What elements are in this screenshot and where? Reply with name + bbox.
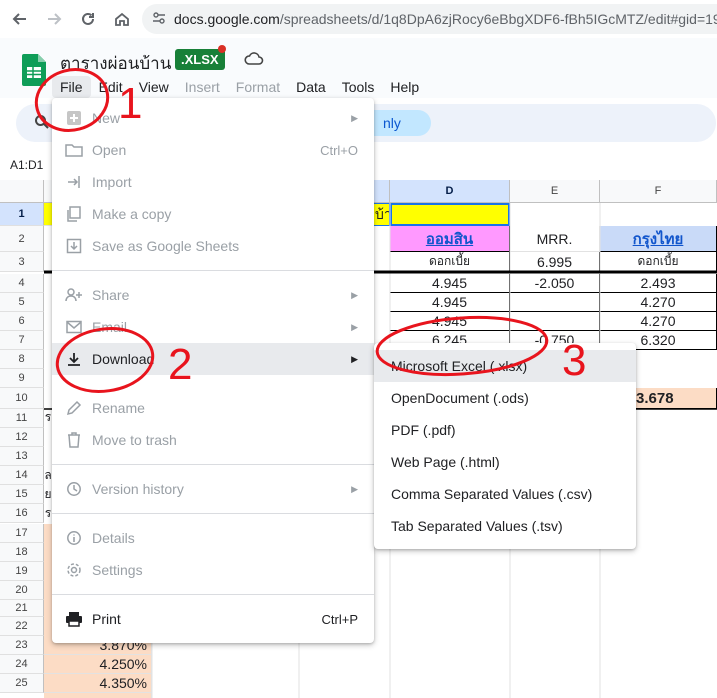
annotation-step-3: 3	[562, 336, 587, 385]
import-icon	[65, 173, 83, 191]
download-tsv[interactable]: Tab Separated Values (.tsv)	[374, 510, 636, 542]
site-info-icon[interactable]	[152, 11, 166, 28]
submenu-arrow-icon: ▶	[351, 289, 358, 300]
menu-item-label: Settings	[92, 562, 143, 578]
address-bar[interactable]: docs.google.com/spreadsheets/d/1q8DpA6zj…	[142, 4, 717, 34]
reload-icon[interactable]	[74, 5, 102, 33]
url-path: /spreadsheets/d/1q8DpA6zjRocy6eBbgXDF6-f…	[279, 11, 717, 27]
menu-item-label: New	[92, 110, 121, 126]
print-icon	[65, 610, 83, 628]
history-icon	[65, 480, 83, 498]
menu-item-new[interactable]: New ▶	[52, 102, 374, 134]
menu-item-details[interactable]: Details	[52, 522, 374, 554]
menu-item-settings[interactable]: Settings	[52, 554, 374, 586]
menu-help[interactable]: Help	[382, 76, 427, 98]
search-menus-icon[interactable]	[34, 114, 50, 135]
name-box[interactable]: A1:D1	[10, 158, 43, 172]
menu-item-label: Open	[92, 142, 127, 158]
sheets-header: ตารางผ่อนบ้าน .XLSX File Edit View Inser…	[0, 38, 717, 98]
settings-icon	[65, 561, 83, 579]
trash-icon	[65, 431, 83, 449]
rename-icon	[65, 399, 83, 417]
menu-item-label: Print	[92, 611, 121, 627]
menu-divider	[52, 594, 374, 595]
menu-item-label: Import	[92, 174, 132, 190]
download-submenu: Microsoft Excel (.xlsx) OpenDocument (.o…	[374, 343, 636, 549]
menu-item-label: Version history	[92, 481, 184, 497]
menu-tools[interactable]: Tools	[334, 76, 383, 98]
menu-item-download[interactable]: Download ▶	[52, 343, 374, 375]
share-icon	[65, 286, 83, 304]
save-icon	[65, 237, 83, 255]
file-menu: New ▶ Open Ctrl+O Import Make a copy Sav…	[52, 98, 374, 643]
sheets-logo-icon[interactable]	[22, 54, 46, 91]
email-icon	[65, 318, 83, 336]
download-csv[interactable]: Comma Separated Values (.csv)	[374, 478, 636, 510]
menu-divider	[52, 464, 374, 465]
menu-item-open[interactable]: Open Ctrl+O	[52, 134, 374, 166]
download-pdf[interactable]: PDF (.pdf)	[374, 414, 636, 446]
browser-toolbar: docs.google.com/spreadsheets/d/1q8DpA6zj…	[0, 0, 717, 38]
cloud-status-icon[interactable]	[244, 51, 264, 72]
menu-item-label: Download	[92, 351, 155, 367]
menu-insert[interactable]: Insert	[177, 76, 228, 98]
download-xlsx[interactable]: Microsoft Excel (.xlsx)	[374, 350, 636, 382]
menu-item-move-to-trash[interactable]: Move to trash	[52, 424, 374, 456]
submenu-arrow-icon: ▶	[351, 483, 358, 494]
menu-item-make-copy[interactable]: Make a copy	[52, 198, 374, 230]
new-doc-icon	[65, 109, 83, 127]
menu-data[interactable]: Data	[288, 76, 334, 98]
menu-file[interactable]: File	[52, 76, 91, 98]
download-icon	[65, 350, 83, 368]
home-icon[interactable]	[108, 5, 136, 33]
menu-item-shortcut: Ctrl+O	[320, 142, 358, 158]
menu-item-label: Rename	[92, 400, 145, 416]
menu-item-import[interactable]: Import	[52, 166, 374, 198]
menu-item-label: Move to trash	[92, 432, 177, 448]
menu-item-shortcut: Ctrl+P	[321, 611, 358, 627]
copy-icon	[65, 205, 83, 223]
info-icon	[65, 529, 83, 547]
menu-item-save-as-sheets[interactable]: Save as Google Sheets	[52, 230, 374, 262]
menu-item-label: Email	[92, 319, 128, 335]
notification-dot	[218, 45, 226, 53]
forward-icon[interactable]	[40, 5, 68, 33]
annotation-step-1: 1	[118, 79, 143, 128]
menu-item-label: Share	[92, 287, 130, 303]
menu-format[interactable]: Format	[228, 76, 288, 98]
menu-item-label: Save as Google Sheets	[92, 238, 240, 254]
menu-bar: File Edit View Insert Format Data Tools …	[52, 76, 427, 98]
menu-item-share[interactable]: Share ▶	[52, 279, 374, 311]
url-host: docs.google.com	[174, 11, 280, 27]
menu-divider	[52, 270, 374, 271]
submenu-arrow-icon: ▶	[351, 112, 358, 123]
submenu-arrow-icon: ▶	[351, 321, 358, 332]
download-html[interactable]: Web Page (.html)	[374, 446, 636, 478]
download-ods[interactable]: OpenDocument (.ods)	[374, 382, 636, 414]
menu-divider	[52, 513, 374, 514]
annotation-step-2: 2	[168, 340, 193, 389]
menu-item-label: Details	[92, 530, 135, 546]
submenu-arrow-icon: ▶	[351, 353, 358, 364]
menu-item-email[interactable]: Email ▶	[52, 311, 374, 343]
menu-item-print[interactable]: Print Ctrl+P	[52, 603, 374, 635]
menu-item-label: Make a copy	[92, 206, 172, 222]
menu-item-version-history[interactable]: Version history ▶	[52, 473, 374, 505]
document-title[interactable]: ตารางผ่อนบ้าน	[60, 50, 171, 77]
file-format-badge: .XLSX	[175, 49, 225, 70]
folder-icon	[65, 141, 83, 159]
menu-item-rename[interactable]: Rename	[52, 392, 374, 424]
back-icon[interactable]	[6, 5, 34, 33]
screen: docs.google.com/spreadsheets/d/1q8DpA6zj…	[0, 0, 717, 698]
